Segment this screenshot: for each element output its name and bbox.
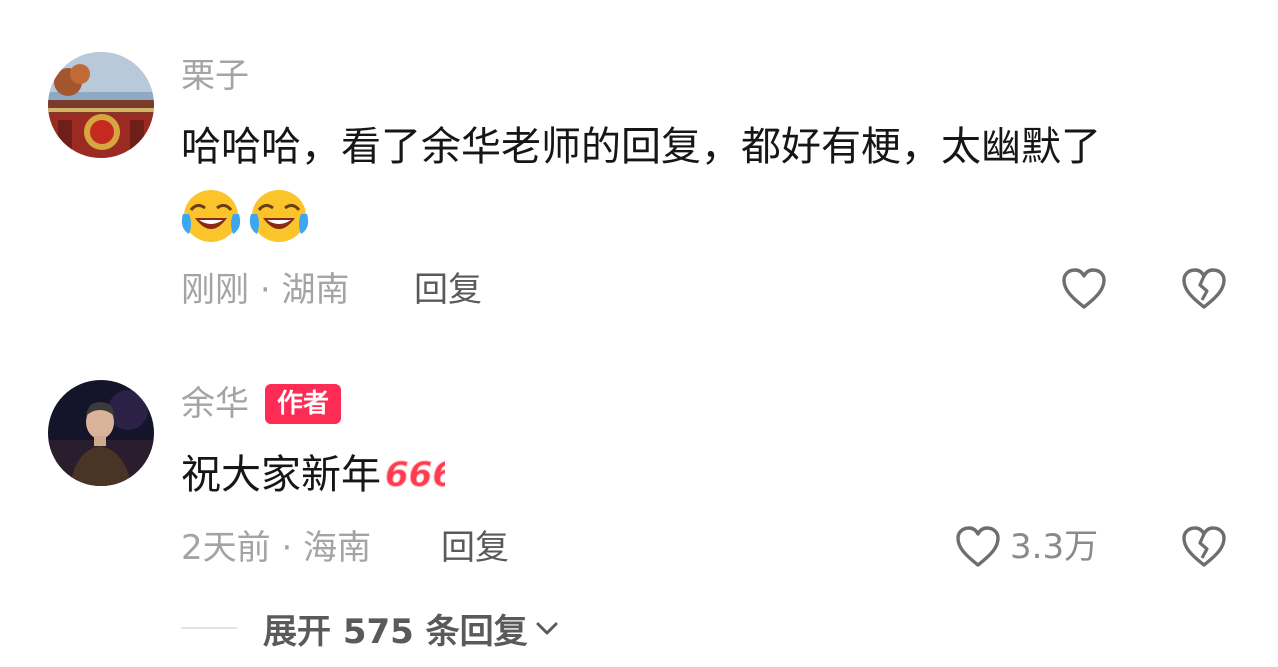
comment-text: 祝大家新年 [181, 450, 381, 500]
divider-line [181, 627, 237, 629]
like-count: 3.3万 [1010, 527, 1099, 567]
location: 湖南 [281, 270, 350, 310]
comment-text: 哈哈哈，看了余华老师的回复，都好有梗，太幽默了 [181, 124, 1101, 170]
expand-replies-button[interactable]: 展开 575 条回复 [263, 604, 560, 653]
broken-heart-icon [1182, 268, 1226, 309]
comment-item: 余华 作者 祝大家新年 666 2天前 · 海南 回复 3.3万 [0, 340, 1278, 590]
comment-text-content: 祝大家新年 [181, 452, 381, 498]
sticker-666: 666 [385, 454, 457, 498]
reply-button[interactable]: 回复 [414, 270, 482, 310]
dislike-button[interactable] [1180, 524, 1228, 574]
like-button[interactable]: 3.3万 [954, 524, 1098, 570]
like-button[interactable] [1060, 266, 1108, 312]
comment-meta: 刚刚 · 湖南 [181, 270, 349, 310]
emoji-row [181, 188, 309, 244]
timestamp: 刚刚 [181, 270, 249, 310]
avatar[interactable] [48, 380, 154, 486]
meta-separator: · [259, 270, 271, 310]
avatar-image [48, 380, 154, 486]
comment-item: 栗子 哈哈哈，看了余华老师的回复，都好有梗，太幽默了 刚刚 · 湖南 回复 [0, 0, 1278, 340]
reply-button[interactable]: 回复 [441, 528, 509, 568]
avatar[interactable] [48, 52, 154, 158]
expand-replies-row: 展开 575 条回复 [181, 604, 560, 653]
author-badge: 作者 [265, 384, 342, 424]
username[interactable]: 栗子 [181, 56, 249, 96]
avatar-image [48, 52, 154, 158]
chevron-down-icon [536, 622, 558, 635]
sticker-666-icon: 666 [385, 455, 457, 496]
location: 海南 [303, 528, 372, 568]
meta-separator: · [281, 528, 293, 568]
expand-replies-label: 展开 575 条回复 [263, 611, 528, 652]
laughing-crying-icon [249, 190, 309, 242]
broken-heart-icon [1182, 526, 1226, 567]
sticker-666-text: 666 [385, 455, 445, 494]
heart-icon [956, 526, 1000, 567]
laughing-crying-icon [181, 190, 241, 242]
timestamp: 2天前 [181, 528, 271, 568]
username[interactable]: 余华 [181, 384, 249, 424]
comment-meta: 2天前 · 海南 [181, 528, 371, 568]
heart-icon [1062, 268, 1106, 309]
dislike-button[interactable] [1180, 266, 1228, 316]
